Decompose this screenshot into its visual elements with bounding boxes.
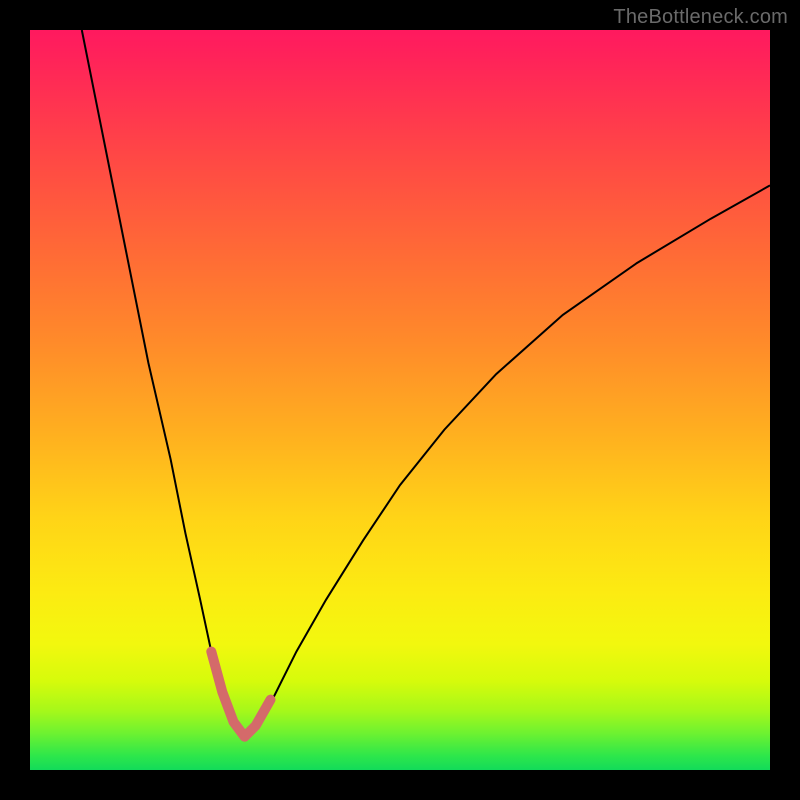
plot-area	[30, 30, 770, 770]
watermark-text: TheBottleneck.com	[613, 6, 788, 29]
chart-frame: TheBottleneck.com	[0, 0, 800, 800]
chart-svg	[30, 30, 770, 770]
series-main-curve	[82, 30, 770, 737]
series-group	[82, 30, 770, 737]
series-highlight-near-minimum	[211, 652, 270, 737]
